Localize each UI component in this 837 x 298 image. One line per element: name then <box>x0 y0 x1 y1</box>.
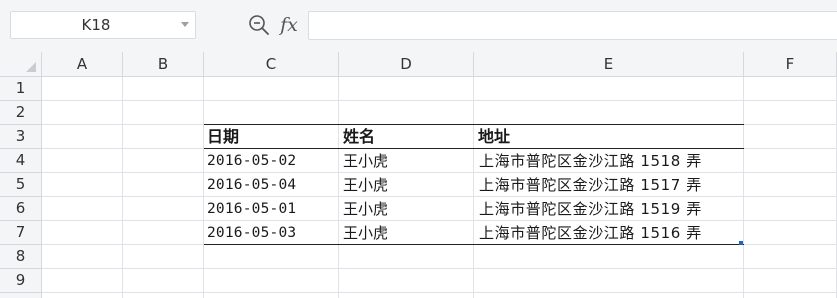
row-header-7[interactable]: 7 <box>0 221 42 245</box>
grid-cell[interactable] <box>474 125 744 149</box>
header-name[interactable]: 姓名 <box>343 125 375 149</box>
grid-cell[interactable] <box>474 269 744 293</box>
grid-cell[interactable] <box>42 293 123 298</box>
row-header-10[interactable] <box>0 293 42 298</box>
select-all-triangle-icon <box>26 62 36 72</box>
zoom-search-icon[interactable] <box>247 13 271 37</box>
grid-cell[interactable] <box>123 173 204 197</box>
column-header-a[interactable]: A <box>42 52 123 77</box>
row-header-8[interactable]: 8 <box>0 245 42 269</box>
column-header-c[interactable]: C <box>204 52 339 77</box>
fill-handle[interactable] <box>739 241 743 245</box>
table-top-rule <box>204 124 744 125</box>
grid-cell[interactable] <box>339 269 474 293</box>
grid-cell[interactable] <box>744 77 837 101</box>
row-header-6[interactable]: 6 <box>0 197 42 221</box>
spreadsheet-grid[interactable]: A B C D E F 1 2 3 4 5 6 7 8 9 日期 姓名 地址 2… <box>0 52 837 298</box>
header-address[interactable]: 地址 <box>478 125 510 149</box>
cell-name[interactable]: 王小虎 <box>343 173 388 197</box>
grid-cell[interactable] <box>339 77 474 101</box>
select-all-corner[interactable] <box>0 52 42 77</box>
cell-address[interactable]: 上海市普陀区金沙江路 1518 弄 <box>479 149 702 173</box>
table-header-rule <box>204 148 744 149</box>
grid-cell[interactable] <box>42 245 123 269</box>
grid-cell[interactable] <box>123 197 204 221</box>
grid-cell[interactable] <box>744 221 837 245</box>
formula-input[interactable] <box>308 11 837 40</box>
row-header-3[interactable]: 3 <box>0 125 42 149</box>
grid-cell[interactable] <box>339 293 474 298</box>
grid-cell[interactable] <box>204 293 339 298</box>
grid-cell[interactable] <box>123 245 204 269</box>
grid-cell[interactable] <box>123 101 204 125</box>
row-header-9[interactable]: 9 <box>0 269 42 293</box>
grid-cell[interactable] <box>744 173 837 197</box>
header-date[interactable]: 日期 <box>207 125 239 149</box>
cell-address[interactable]: 上海市普陀区金沙江路 1516 弄 <box>479 221 702 245</box>
grid-cell[interactable] <box>339 245 474 269</box>
name-box[interactable]: K18 <box>10 11 196 39</box>
grid-cell[interactable] <box>123 293 204 298</box>
cell-name[interactable]: 王小虎 <box>343 221 388 245</box>
grid-cell[interactable] <box>744 197 837 221</box>
name-box-value[interactable]: K18 <box>11 12 181 38</box>
grid-cell[interactable] <box>474 77 744 101</box>
table-bottom-rule <box>204 244 744 245</box>
grid-cell[interactable] <box>42 173 123 197</box>
grid-cell[interactable] <box>123 269 204 293</box>
grid-cell[interactable] <box>204 101 339 125</box>
cell-name[interactable]: 王小虎 <box>343 149 388 173</box>
cell-date[interactable]: 2016-05-02 <box>207 149 296 173</box>
grid-cell[interactable] <box>123 149 204 173</box>
grid-cell[interactable] <box>123 125 204 149</box>
grid-cell[interactable] <box>204 77 339 101</box>
cell-date[interactable]: 2016-05-01 <box>207 197 296 221</box>
row-header-1[interactable]: 1 <box>0 77 42 101</box>
grid-cell[interactable] <box>744 101 837 125</box>
grid-cell[interactable] <box>744 125 837 149</box>
cell-address[interactable]: 上海市普陀区金沙江路 1519 弄 <box>479 197 702 221</box>
grid-cell[interactable] <box>42 269 123 293</box>
grid-cell[interactable] <box>744 149 837 173</box>
grid-cell[interactable] <box>204 269 339 293</box>
grid-cell[interactable] <box>123 221 204 245</box>
column-header-d[interactable]: D <box>339 52 474 77</box>
grid-cell[interactable] <box>42 221 123 245</box>
column-header-b[interactable]: B <box>123 52 204 77</box>
grid-cell[interactable] <box>744 269 837 293</box>
cell-address[interactable]: 上海市普陀区金沙江路 1517 弄 <box>479 173 702 197</box>
column-header-f[interactable]: F <box>744 52 837 77</box>
grid-cell[interactable] <box>744 293 837 298</box>
grid-cell[interactable] <box>123 77 204 101</box>
grid-cell[interactable] <box>42 101 123 125</box>
row-header-5[interactable]: 5 <box>0 173 42 197</box>
row-header-2[interactable]: 2 <box>0 101 42 125</box>
grid-cell[interactable] <box>474 245 744 269</box>
column-header-e[interactable]: E <box>474 52 744 77</box>
cell-date[interactable]: 2016-05-03 <box>207 221 296 245</box>
grid-cell[interactable] <box>339 101 474 125</box>
grid-cell[interactable] <box>42 77 123 101</box>
grid-cell[interactable] <box>42 197 123 221</box>
chevron-down-icon[interactable] <box>181 22 189 27</box>
row-header-4[interactable]: 4 <box>0 149 42 173</box>
grid-cell[interactable] <box>474 293 744 298</box>
grid-cell[interactable] <box>204 245 339 269</box>
grid-cell[interactable] <box>474 101 744 125</box>
formula-bar: K18 fx <box>0 0 837 52</box>
grid-cell[interactable] <box>42 125 123 149</box>
insert-function-button[interactable]: fx <box>276 12 302 38</box>
cell-date[interactable]: 2016-05-04 <box>207 173 296 197</box>
grid-cell[interactable] <box>744 245 837 269</box>
cell-name[interactable]: 王小虎 <box>343 197 388 221</box>
grid-cell[interactable] <box>42 149 123 173</box>
